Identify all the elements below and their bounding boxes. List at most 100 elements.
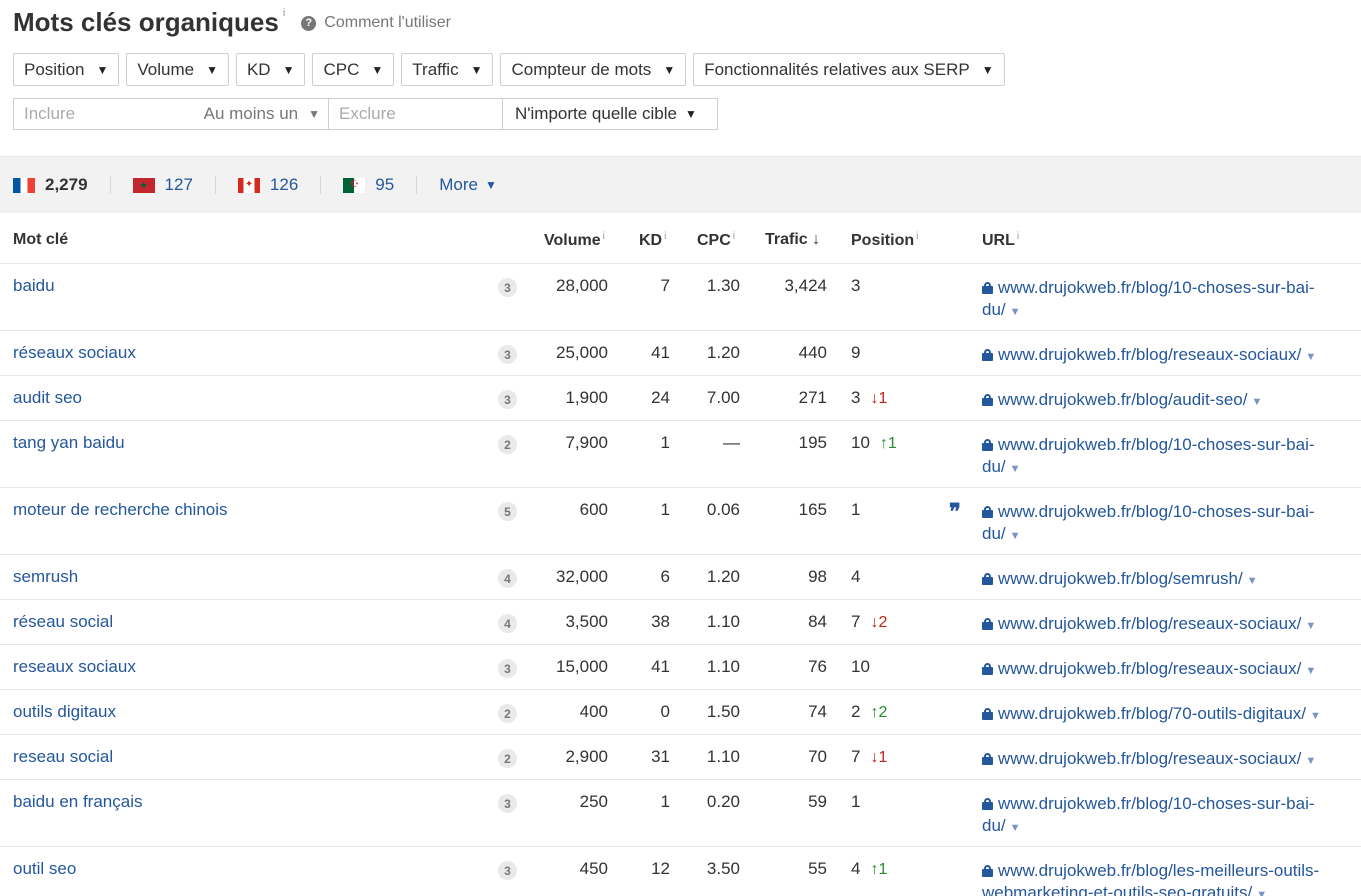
include-input[interactable]: Inclure [13,98,195,130]
url-cell: www.drujokweb.fr/blog/reseaux-sociaux/ ▼ [982,613,1352,637]
filter-cpc-dropdown[interactable]: CPC ▼ [312,53,395,86]
keyword-link[interactable]: outil seo [13,859,76,879]
caret-down-icon[interactable]: ▼ [1010,530,1021,542]
position-up-indicator: ↑2 [870,704,888,721]
caret-down-icon[interactable]: ▼ [1251,396,1262,408]
col-kd[interactable]: KD i [639,231,666,250]
filter-serp-features-dropdown[interactable]: Fonctionnalités relatives aux SERP ▼ [693,53,1005,86]
more-countries-dropdown[interactable]: More ▼ [439,175,497,195]
position-value: 3 [851,388,861,407]
serp-features-badge[interactable]: 3 [498,659,517,678]
cell-kd: 6 [660,567,670,586]
keyword-link[interactable]: moteur de recherche chinois [13,500,228,520]
url-cell: www.drujokweb.fr/blog/reseaux-sociaux/ ▼ [982,748,1352,772]
keyword-link[interactable]: reseaux sociaux [13,657,136,677]
url-link[interactable]: www.drujokweb.fr/blog/10-choses-sur-bai-… [982,794,1315,835]
cell-position: 4 ↑1 [851,859,911,879]
caret-down-icon: ▼ [96,62,109,77]
col-volume[interactable]: Volume i [544,231,605,250]
lock-icon [982,708,993,720]
country-tab-ca[interactable]: ✦ 126 [237,175,298,195]
cell-cpc: 1.20 [706,567,740,586]
url-link[interactable]: www.drujokweb.fr/blog/les-meilleurs-outi… [982,861,1319,896]
include-mode-dropdown[interactable]: Au moins un ▼ [195,98,329,130]
position-value: 7 [851,612,861,631]
target-dropdown[interactable]: N'importe quelle cible ▼ [503,98,718,130]
cell-traffic: 165 [798,500,827,519]
filter-kd-dropdown[interactable]: KD ▼ [235,53,306,86]
cell-position: 3 ↓1 [851,388,911,408]
cell-traffic: 59 [808,792,827,811]
col-traffic[interactable]: Trafic ↓ [765,231,820,249]
url-link[interactable]: www.drujokweb.fr/blog/reseaux-sociaux/ [998,614,1301,633]
serp-features-badge[interactable]: 2 [498,704,517,723]
caret-down-icon[interactable]: ▼ [1010,463,1021,475]
cell-cpc: — [723,433,740,452]
url-link[interactable]: www.drujokweb.fr/blog/10-choses-sur-bai-… [982,502,1315,543]
url-cell: www.drujokweb.fr/blog/10-choses-sur-bai-… [982,434,1352,480]
url-link[interactable]: www.drujokweb.fr/blog/semrush/ [998,569,1243,588]
filter-word-count-dropdown[interactable]: Compteur de mots ▼ [500,53,687,86]
keyword-link[interactable]: reseau social [13,747,113,767]
caret-down-icon[interactable]: ▼ [1256,889,1267,896]
keyword-link[interactable]: audit seo [13,388,82,408]
url-link[interactable]: www.drujokweb.fr/blog/audit-seo/ [998,390,1247,409]
caret-down-icon[interactable]: ▼ [1305,665,1316,677]
filter-label: KD [246,59,271,79]
caret-down-icon: ▼ [484,178,497,192]
keyword-link[interactable]: baidu [13,276,55,296]
caret-down-icon[interactable]: ▼ [1247,575,1258,587]
serp-features-badge[interactable]: 4 [498,569,517,588]
exclude-input[interactable]: Exclure [329,98,503,130]
title-info-icon[interactable]: i [283,6,285,20]
keyword-link[interactable]: réseaux sociaux [13,343,136,363]
keyword-link[interactable]: baidu en français [13,792,142,812]
serp-features-badge[interactable]: 3 [498,345,517,364]
cell-cpc: 3.50 [706,859,740,878]
serp-features-badge[interactable]: 2 [498,435,517,454]
sort-desc-icon: ↓ [812,231,821,248]
col-cpc[interactable]: CPC i [697,231,735,250]
position-value: 7 [851,747,861,766]
keyword-link[interactable]: tang yan baidu [13,433,125,453]
caret-down-icon[interactable]: ▼ [1305,620,1316,632]
caret-down-icon: ▼ [308,107,320,121]
url-link[interactable]: www.drujokweb.fr/blog/10-choses-sur-bai-… [982,278,1315,319]
caret-down-icon[interactable]: ▼ [1010,306,1021,318]
url-link[interactable]: www.drujokweb.fr/blog/reseaux-sociaux/ [998,659,1301,678]
caret-down-icon: ▼ [206,62,218,77]
caret-down-icon[interactable]: ▼ [1305,755,1316,767]
filter-label: Fonctionnalités relatives aux SERP [704,59,970,79]
serp-features-badge[interactable]: 3 [498,794,517,813]
serp-features-badge[interactable]: 5 [498,502,517,521]
keyword-link[interactable]: outils digitaux [13,702,116,722]
url-link[interactable]: www.drujokweb.fr/blog/reseaux-sociaux/ [998,345,1301,364]
lock-icon [982,573,993,585]
country-tab-fr[interactable]: 2,279 [13,175,88,195]
url-link[interactable]: www.drujokweb.fr/blog/reseaux-sociaux/ [998,749,1301,768]
featured-snippet-icon: ❞ [949,499,961,524]
serp-features-badge[interactable]: 3 [498,390,517,409]
serp-features-badge[interactable]: 3 [498,278,517,297]
col-position[interactable]: Position i [851,231,918,250]
url-link[interactable]: www.drujokweb.fr/blog/70-outils-digitaux… [998,704,1306,723]
lock-icon [982,618,993,630]
caret-down-icon[interactable]: ▼ [1305,351,1316,363]
cell-position: 10 [851,657,911,677]
url-link[interactable]: www.drujokweb.fr/blog/10-choses-sur-bai-… [982,435,1315,476]
serp-features-badge[interactable]: 3 [498,861,517,880]
serp-features-badge[interactable]: 2 [498,749,517,768]
country-tab-dz[interactable]: ☪ 95 [343,175,394,195]
filter-traffic-dropdown[interactable]: Traffic ▼ [401,53,494,86]
col-keyword[interactable]: Mot clé [13,231,68,249]
serp-features-badge[interactable]: 4 [498,614,517,633]
caret-down-icon[interactable]: ▼ [1010,822,1021,834]
caret-down-icon[interactable]: ▼ [1310,710,1321,722]
keyword-link[interactable]: semrush [13,567,78,587]
country-tab-ma[interactable]: ★ 127 [132,175,193,195]
filter-position-dropdown[interactable]: Position ▼ [13,53,120,86]
col-url[interactable]: URL i [982,231,1019,250]
filter-volume-dropdown[interactable]: Volume ▼ [126,53,229,86]
keyword-link[interactable]: réseau social [13,612,113,632]
howto-link[interactable]: ? Comment l'utiliser [301,14,451,32]
